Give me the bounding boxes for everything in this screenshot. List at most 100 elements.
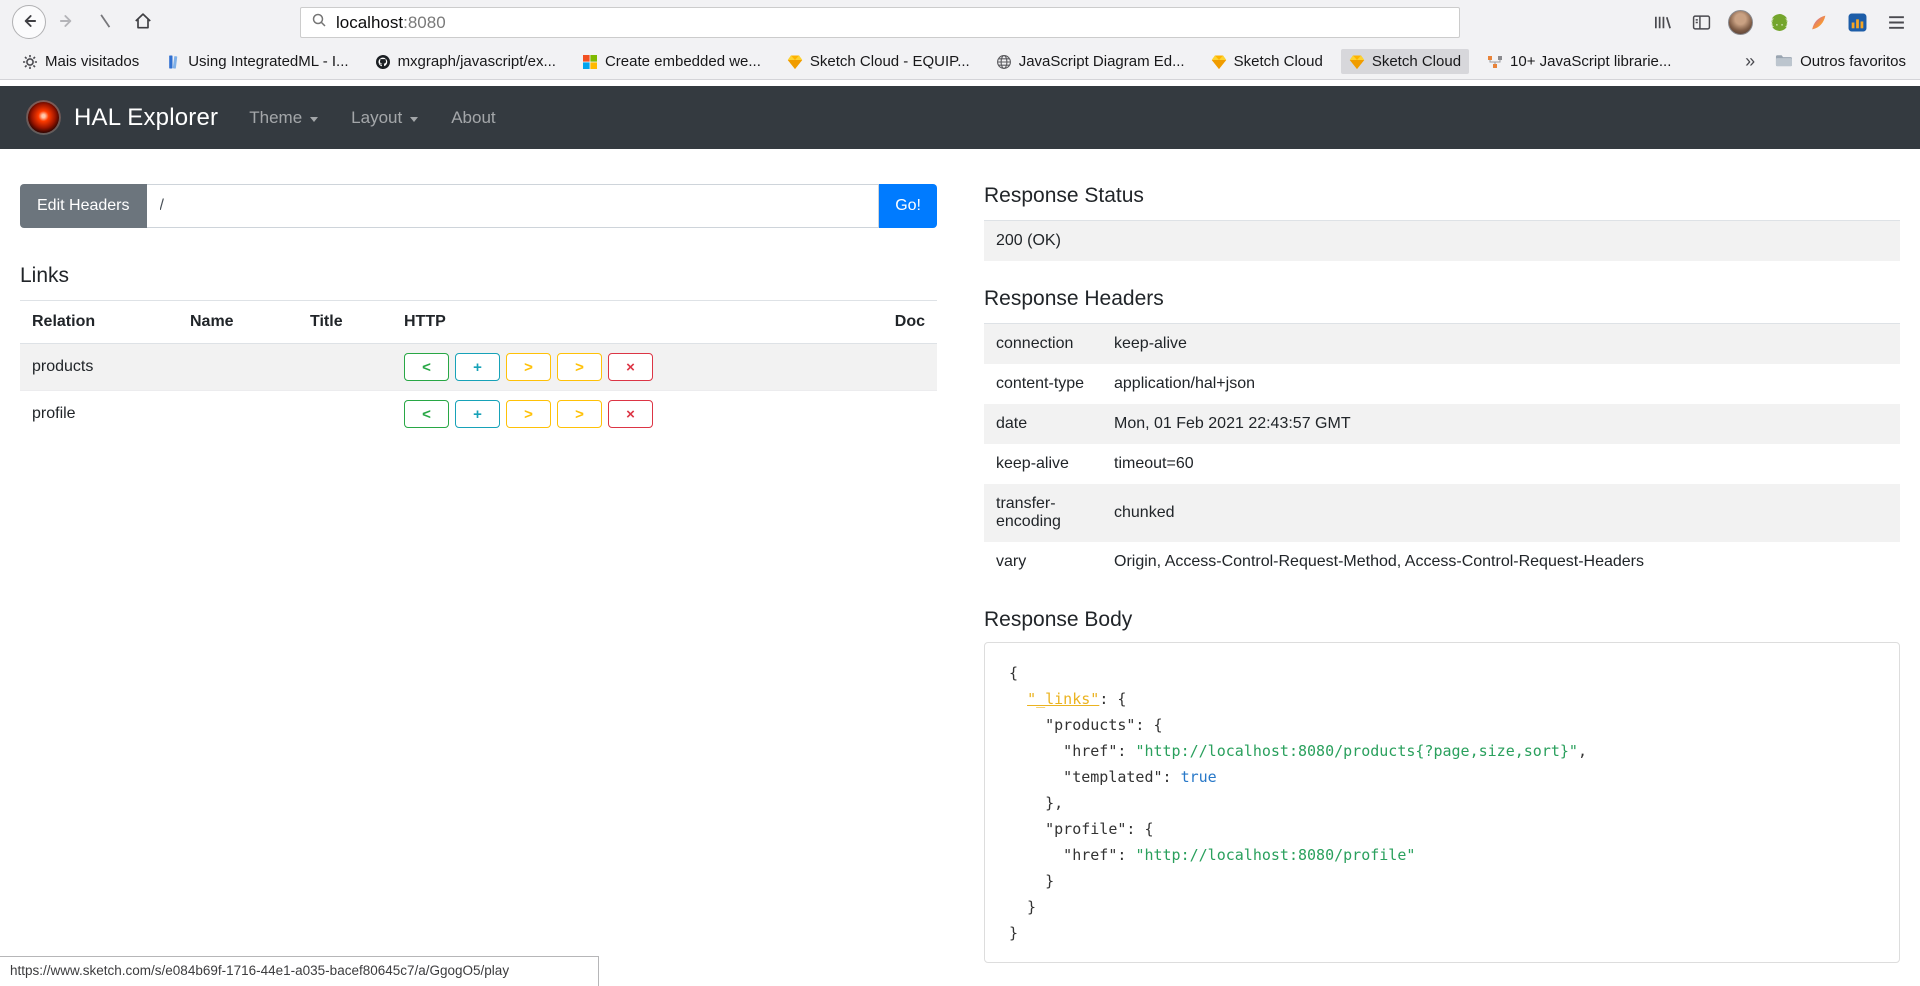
header-value: Origin, Access-Control-Request-Method, A… xyxy=(1102,542,1900,582)
header-name: vary xyxy=(984,542,1102,582)
response-headers-body: connection keep-alive content-type appli… xyxy=(984,324,1900,583)
bookmark-item[interactable]: mxgraph/javascript/ex... xyxy=(367,49,564,74)
bookmark-item[interactable]: Mais visitados xyxy=(14,49,147,74)
get-button[interactable]: < xyxy=(404,353,449,381)
post-button[interactable]: + xyxy=(455,353,500,381)
request-bar: Edit Headers Go! xyxy=(20,184,937,228)
other-bookmarks-button[interactable]: Outros favoritos xyxy=(1775,53,1906,71)
navbar-menu: Theme Layout About xyxy=(249,108,528,128)
bookmark-item[interactable]: Create embedded we... xyxy=(574,49,769,74)
extension-stats-icon[interactable] xyxy=(1841,6,1873,38)
bookmark-item[interactable]: 10+ JavaScript librarie... xyxy=(1479,49,1679,74)
delete-button[interactable]: × xyxy=(608,353,653,381)
edit-headers-button[interactable]: Edit Headers xyxy=(20,184,147,228)
extension-json-icon[interactable]: {..} xyxy=(1763,6,1795,38)
hal-logo-icon xyxy=(26,100,61,135)
chevron-down-icon xyxy=(410,117,418,122)
bookmark-item[interactable]: Using IntegratedML - I... xyxy=(157,49,356,74)
github-icon xyxy=(375,54,391,70)
patch-button[interactable]: > xyxy=(557,353,602,381)
title-cell xyxy=(298,391,392,438)
bookmark-item[interactable]: Sketch Cloud xyxy=(1341,49,1469,74)
gear-icon xyxy=(22,54,38,70)
profile-avatar[interactable] xyxy=(1724,6,1756,38)
header-row: connection keep-alive xyxy=(984,324,1900,365)
column-header: Relation xyxy=(20,301,178,344)
http-cell: <+>>× xyxy=(392,391,852,438)
put-button[interactable]: > xyxy=(506,353,551,381)
globe-icon xyxy=(996,54,1012,70)
title-cell xyxy=(298,344,392,391)
header-name: keep-alive xyxy=(984,444,1102,484)
doc-cell xyxy=(852,344,937,391)
sketch-icon xyxy=(1349,54,1365,70)
response-body-code: { "_links": { "products": { "href": "htt… xyxy=(1009,660,1875,946)
diagram-icon xyxy=(1487,54,1503,70)
bookmarks-overflow-chevron[interactable]: » xyxy=(1739,51,1761,72)
relation-cell: products xyxy=(20,344,178,391)
http-cell: <+>>× xyxy=(392,344,852,391)
browser-toolbar: localhost:8080 {..} xyxy=(0,0,1920,44)
bookmark-item[interactable]: JavaScript Diagram Ed... xyxy=(988,49,1193,74)
app-brand[interactable]: HAL Explorer xyxy=(74,104,218,132)
request-panel: Edit Headers Go! Links RelationNameTitle… xyxy=(20,184,937,963)
code-line: } xyxy=(1009,894,1875,920)
code-line: }, xyxy=(1009,790,1875,816)
links-title: Links xyxy=(20,264,937,288)
home-button[interactable] xyxy=(126,5,160,39)
links-table-header: RelationNameTitleHTTPDoc xyxy=(20,301,937,344)
app-navbar: HAL Explorer Theme Layout About xyxy=(0,86,1920,149)
doc-cell xyxy=(852,391,937,438)
back-button[interactable] xyxy=(12,5,46,39)
uri-input[interactable] xyxy=(147,184,880,228)
sketch-icon xyxy=(787,54,803,70)
header-value: Mon, 01 Feb 2021 22:43:57 GMT xyxy=(1102,404,1900,444)
name-cell xyxy=(178,344,298,391)
column-header: HTTP xyxy=(392,301,852,344)
bookmarks-right: » Outros favoritos xyxy=(1739,51,1906,72)
back-arrow-icon xyxy=(19,11,39,34)
nav-menu-item-theme[interactable]: Theme xyxy=(249,108,318,128)
patch-button[interactable]: > xyxy=(557,400,602,428)
main-content: Edit Headers Go! Links RelationNameTitle… xyxy=(0,149,1920,963)
bookmark-item[interactable]: Sketch Cloud - EQUIP... xyxy=(779,49,978,74)
delete-button[interactable]: × xyxy=(608,400,653,428)
header-name: connection xyxy=(984,324,1102,365)
other-bookmarks-label: Outros favoritos xyxy=(1800,53,1906,70)
extension-screenshot-icon[interactable] xyxy=(1802,6,1834,38)
table-row: profile <+>>× xyxy=(20,391,937,438)
response-body-title: Response Body xyxy=(984,608,1900,632)
url-input[interactable]: localhost:8080 xyxy=(300,7,1460,38)
status-value: 200 (OK) xyxy=(984,221,1900,262)
menu-icon[interactable] xyxy=(1880,6,1912,38)
forward-arrow-icon xyxy=(57,11,77,34)
forward-button[interactable] xyxy=(50,5,84,39)
reload-button[interactable] xyxy=(88,5,122,39)
response-body-box: { "_links": { "products": { "href": "htt… xyxy=(984,642,1900,963)
header-name: content-type xyxy=(984,364,1102,404)
home-icon xyxy=(133,11,153,34)
sidebar-icon[interactable] xyxy=(1685,6,1717,38)
header-row: keep-alive timeout=60 xyxy=(984,444,1900,484)
links-table-body: products <+>>× profile <+>>× xyxy=(20,344,937,438)
code-line: } xyxy=(1009,868,1875,894)
bookmark-item[interactable]: Sketch Cloud xyxy=(1203,49,1331,74)
status-row: 200 (OK) xyxy=(984,221,1900,262)
bookmarks-list: Mais visitados Using IntegratedML - I...… xyxy=(14,49,1679,74)
header-row: date Mon, 01 Feb 2021 22:43:57 GMT xyxy=(984,404,1900,444)
nav-menu-item-about[interactable]: About xyxy=(451,108,495,128)
get-button[interactable]: < xyxy=(404,400,449,428)
sketch-icon xyxy=(1211,54,1227,70)
header-value: timeout=60 xyxy=(1102,444,1900,484)
header-row: transfer-encoding chunked xyxy=(984,484,1900,542)
library-icon[interactable] xyxy=(1646,6,1678,38)
code-line: { xyxy=(1009,660,1875,686)
header-row: vary Origin, Access-Control-Request-Meth… xyxy=(984,542,1900,582)
response-headers-title: Response Headers xyxy=(984,287,1900,311)
go-button[interactable]: Go! xyxy=(879,184,937,228)
post-button[interactable]: + xyxy=(455,400,500,428)
nav-menu-item-layout[interactable]: Layout xyxy=(351,108,418,128)
column-header: Title xyxy=(298,301,392,344)
header-name: date xyxy=(984,404,1102,444)
put-button[interactable]: > xyxy=(506,400,551,428)
